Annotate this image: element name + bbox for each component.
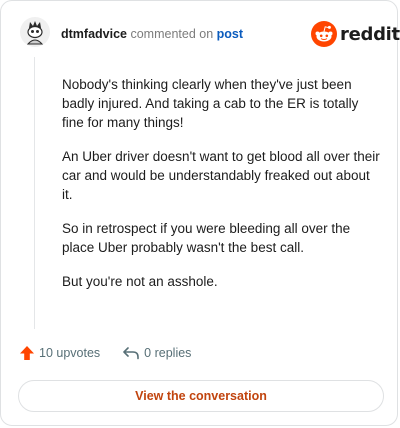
user-avatar-icon[interactable] xyxy=(20,17,50,47)
upvote-count: 10 upvotes xyxy=(39,346,101,360)
post-link[interactable]: post xyxy=(217,27,243,41)
reddit-wordmark: reddit xyxy=(340,23,400,45)
username-link[interactable]: dtmfadvice xyxy=(61,27,127,41)
upvotes-action[interactable]: 10 upvotes xyxy=(19,345,100,361)
comment-body: Nobody's thinking clearly when they've j… xyxy=(62,75,380,306)
comment-paragraph: But you're not an asshole. xyxy=(62,274,218,289)
comment-header: dtmfadvice commented on post xyxy=(61,27,243,41)
reply-count: 0 replies xyxy=(144,346,192,360)
comment-paragraph: Nobody's thinking clearly when they've j… xyxy=(62,77,359,130)
view-conversation-button[interactable]: View the conversation xyxy=(18,380,384,412)
comment-paragraph: An Uber driver doesn't want to get blood… xyxy=(62,149,380,202)
comment-actions: 10 upvotes 0 replies xyxy=(19,345,191,361)
reddit-logo-icon xyxy=(311,21,337,47)
comment-embed-card: dtmfadvice commented on post reddit Nobo… xyxy=(0,0,400,426)
reply-arrow-icon xyxy=(123,347,139,360)
comment-paragraph: So in retrospect if you were bleeding al… xyxy=(62,221,351,255)
action-text: commented on xyxy=(130,27,214,41)
replies-action[interactable]: 0 replies xyxy=(122,346,191,360)
thread-line xyxy=(34,57,35,329)
reddit-logo[interactable]: reddit xyxy=(311,21,400,47)
upvote-arrow-icon xyxy=(20,346,34,360)
